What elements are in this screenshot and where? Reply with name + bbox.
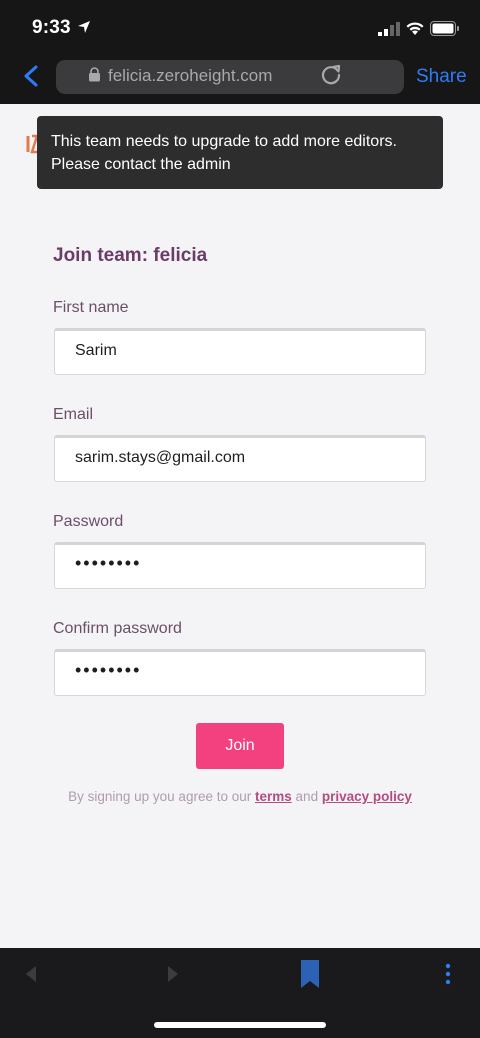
first-name-value: Sarim (75, 342, 117, 359)
signup-page: This team needs to upgrade to add more e… (0, 104, 480, 948)
lock-icon (89, 67, 100, 82)
email-field[interactable]: sarim.stays@gmail.com (54, 435, 426, 482)
password-field[interactable]: •••••••• (54, 542, 426, 589)
password-value: •••••••• (75, 553, 142, 573)
more-options-icon[interactable] (444, 963, 452, 985)
browser-nav-bar: felicia.zeroheight.com Share (0, 56, 480, 104)
status-bar: 9:33 (0, 0, 480, 56)
join-button[interactable]: Join (196, 723, 284, 769)
first-name-field[interactable]: Sarim (54, 328, 426, 375)
share-button[interactable]: Share (416, 66, 467, 88)
home-indicator[interactable] (154, 1022, 326, 1028)
cellular-signal-icon (378, 22, 400, 36)
terms-link[interactable]: terms (255, 789, 292, 804)
location-arrow-icon (78, 21, 90, 33)
address-text: felicia.zeroheight.com (108, 66, 273, 85)
email-value: sarim.stays@gmail.com (75, 449, 246, 466)
toast-message: This team needs to upgrade to add more e… (51, 133, 397, 173)
toolbar-forward-icon[interactable] (166, 966, 178, 982)
confirm-password-field[interactable]: •••••••• (54, 649, 426, 696)
terms-prefix: By signing up you agree to our (68, 789, 252, 804)
confirm-password-label: Confirm password (53, 620, 182, 637)
reload-icon[interactable] (320, 63, 342, 85)
status-time: 9:33 (32, 17, 71, 38)
terms-notice: By signing up you agree to our terms and… (0, 789, 480, 804)
first-name-label: First name (53, 299, 129, 316)
confirm-password-value: •••••••• (75, 660, 142, 680)
wifi-icon (406, 22, 424, 35)
back-chevron-icon[interactable] (22, 65, 40, 87)
browser-toolbar (0, 948, 480, 1038)
upgrade-warning-toast: This team needs to upgrade to add more e… (37, 116, 443, 189)
password-label: Password (53, 513, 124, 530)
terms-and: and (295, 789, 319, 804)
privacy-policy-link[interactable]: privacy policy (322, 789, 412, 804)
battery-icon (430, 21, 459, 36)
toolbar-back-icon[interactable] (26, 966, 38, 982)
email-label: Email (53, 406, 94, 423)
browser-chrome: 9:33 felicia.zeroheight.com Share (0, 0, 480, 104)
form-title: Join team: felicia (53, 245, 208, 266)
bookmarks-icon[interactable] (300, 960, 320, 988)
